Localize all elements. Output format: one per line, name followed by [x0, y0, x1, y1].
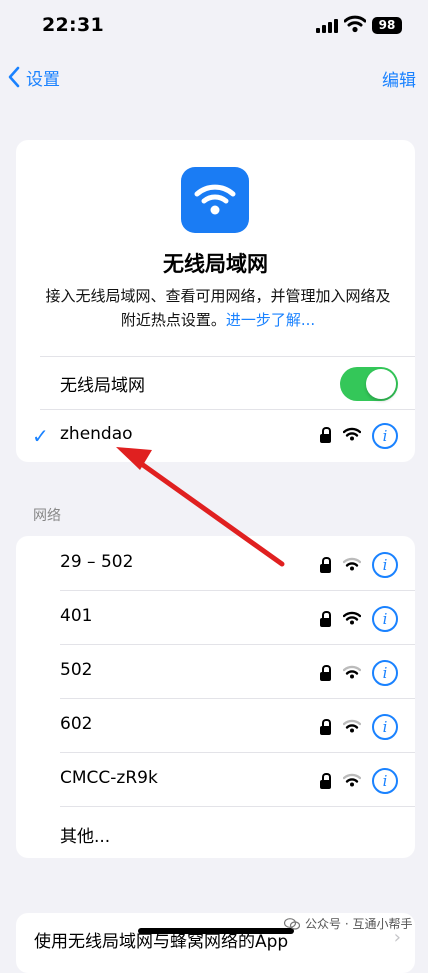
- status-time: 22:31: [42, 14, 104, 36]
- chevron-left-icon: [8, 66, 20, 88]
- toggle-knob: [366, 369, 396, 399]
- wifi-app-icon: [181, 167, 249, 233]
- wifi-toggle-row: 无线局域网: [16, 357, 415, 409]
- network-row[interactable]: 502 i: [16, 645, 415, 697]
- lock-icon: [320, 773, 331, 790]
- wifi-signal-weak-icon: [343, 773, 361, 787]
- info-icon[interactable]: i: [372, 423, 398, 449]
- lock-icon: [320, 557, 331, 574]
- wifi-header-card: 无线局域网 接入无线局域网、查看可用网络，并管理加入网络及附近热点设置。进一步了…: [16, 140, 415, 462]
- networks-list: 29 – 502 i 401 i 502 i 602 i CMCC-zR9k i…: [16, 536, 415, 858]
- lock-icon: [320, 719, 331, 736]
- network-name: 401: [60, 606, 93, 626]
- watermark-text: 公众号 · 互通小帮手: [305, 917, 413, 931]
- info-icon[interactable]: i: [372, 768, 398, 794]
- status-bar: 22:31 98: [0, 0, 428, 52]
- info-icon[interactable]: i: [372, 714, 398, 740]
- card-description: 接入无线局域网、查看可用网络，并管理加入网络及附近热点设置。进一步了解...: [40, 284, 396, 332]
- back-label: 设置: [26, 69, 60, 90]
- connected-network-row[interactable]: ✓ zhendao i: [16, 410, 415, 462]
- wifi-signal-weak-icon: [343, 719, 361, 733]
- lock-icon: [320, 611, 331, 628]
- edit-button[interactable]: 编辑: [382, 66, 416, 91]
- info-icon[interactable]: i: [372, 606, 398, 632]
- wifi-signal-icon: [343, 427, 361, 441]
- description-text: 接入无线局域网、查看可用网络，并管理加入网络及附近热点设置。: [45, 287, 391, 329]
- network-name: 602: [60, 714, 93, 734]
- network-name: 502: [60, 660, 93, 680]
- home-indicator: [138, 928, 294, 934]
- wifi-toggle-switch[interactable]: [340, 367, 398, 401]
- cellular-signal-icon: [316, 19, 338, 33]
- learn-more-link[interactable]: 进一步了解...: [226, 311, 315, 329]
- wifi-status-icon: [344, 15, 366, 33]
- network-row[interactable]: CMCC-zR9k i: [16, 753, 415, 805]
- watermark: 公众号 · 互通小帮手: [284, 915, 412, 932]
- navigation-bar: 设置 编辑: [0, 52, 428, 102]
- lock-icon: [320, 427, 331, 444]
- wifi-signal-icon: [343, 611, 361, 625]
- network-row[interactable]: 602 i: [16, 699, 415, 751]
- lock-icon: [320, 665, 331, 682]
- back-button[interactable]: 设置: [8, 64, 60, 90]
- wechat-logo-icon: [284, 917, 300, 930]
- network-name: 29 – 502: [60, 552, 134, 572]
- battery-indicator: 98: [372, 17, 402, 34]
- network-row[interactable]: 401 i: [16, 591, 415, 643]
- networks-section-label: 网络: [33, 508, 61, 524]
- wifi-toggle-label: 无线局域网: [60, 376, 145, 396]
- wifi-signal-weak-icon: [343, 557, 361, 571]
- info-icon[interactable]: i: [372, 552, 398, 578]
- other-network-row[interactable]: 其他...: [16, 807, 415, 859]
- connected-network-name: zhendao: [60, 424, 133, 444]
- checkmark-icon: ✓: [32, 424, 49, 448]
- other-network-label: 其他...: [60, 827, 111, 847]
- info-icon[interactable]: i: [372, 660, 398, 686]
- wifi-signal-weak-icon: [343, 665, 361, 679]
- network-row[interactable]: 29 – 502 i: [16, 536, 415, 588]
- network-name: CMCC-zR9k: [60, 768, 158, 788]
- card-title: 无线局域网: [163, 252, 268, 276]
